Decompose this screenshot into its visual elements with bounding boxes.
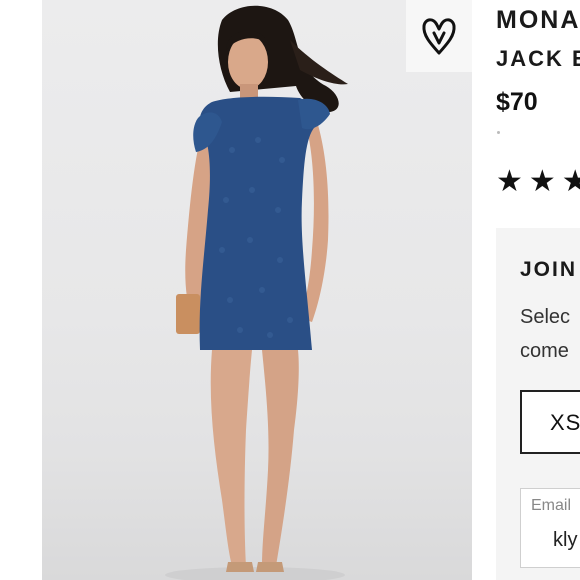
product-image[interactable]: [0, 0, 472, 580]
product-name: JACK E: [496, 46, 580, 71]
promo-text: Selec come: [520, 300, 580, 368]
promo-title: JOIN: [520, 258, 578, 281]
email-field[interactable]: Email kly: [520, 488, 580, 568]
divider-dot: [497, 131, 500, 134]
heart-outline-icon: [422, 18, 456, 55]
promo-text-line: Selec: [520, 306, 571, 328]
join-promo-box: JOIN Selec come XS Email kly: [496, 228, 580, 580]
product-brand: MONA: [496, 6, 580, 34]
model-illustration: [165, 5, 348, 580]
promo-text-line: come: [520, 340, 569, 362]
product-price: $70: [496, 88, 538, 116]
product-details-panel: MONA JACK E $70 ★★★ JOIN Selec come XS E…: [472, 0, 580, 580]
email-label: Email: [531, 497, 572, 514]
rating-stars[interactable]: ★★★: [496, 164, 580, 199]
size-option-xs[interactable]: XS: [520, 390, 580, 454]
email-value[interactable]: kly: [553, 529, 577, 552]
wishlist-button[interactable]: [406, 0, 472, 72]
